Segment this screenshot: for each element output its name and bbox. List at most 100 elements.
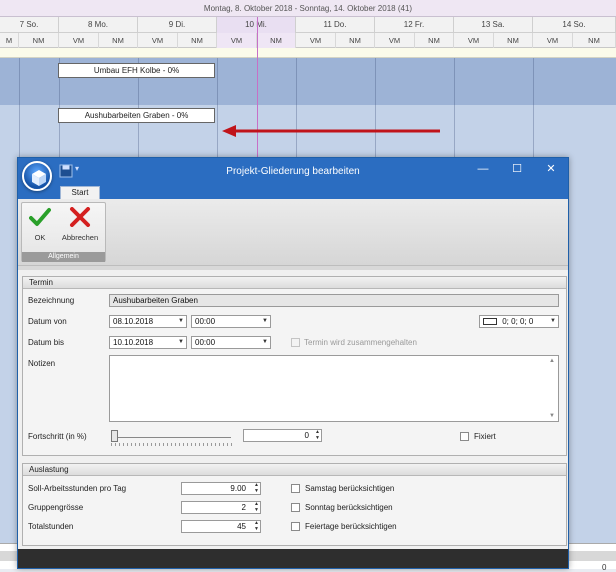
- soll-value: 9.00: [230, 484, 246, 493]
- termin-panel: Termin Bezeichnung Aushubarbeiten Graben…: [22, 276, 567, 456]
- minimize-button[interactable]: ―: [466, 158, 500, 180]
- chevron-down-icon[interactable]: ▼: [178, 316, 184, 327]
- datum-von-value: 08.10.2018: [113, 317, 154, 326]
- fortschritt-input[interactable]: 0 ▲ ▼: [243, 429, 322, 442]
- auslastung-panel: Auslastung Soll-Arbeitsstunden pro Tag 9…: [22, 463, 567, 546]
- zeit-bis-input[interactable]: 00:00 ▼: [191, 336, 271, 349]
- spin-arrows-icon[interactable]: ▲ ▼: [254, 482, 259, 494]
- cancel-button[interactable]: Abbrechen: [56, 205, 104, 249]
- spin-arrows-icon[interactable]: ▲ ▼: [254, 501, 259, 513]
- halfday-header: NM: [257, 33, 296, 48]
- datum-von-input[interactable]: 08.10.2018 ▼: [109, 315, 187, 328]
- color-value: 0; 0; 0; 0: [502, 317, 534, 326]
- chevron-down-icon[interactable]: ▼: [550, 316, 556, 327]
- samstag-label: Samstag berücksichtigen: [305, 484, 395, 493]
- spin-arrows-icon[interactable]: ▲ ▼: [254, 520, 259, 532]
- dialog-titlebar[interactable]: Projekt-Gliederung bearbeiten ▾ ― ☐ ✕: [18, 158, 568, 185]
- day-header[interactable]: 7 So.: [0, 17, 59, 33]
- datum-bis-input[interactable]: 10.10.2018 ▼: [109, 336, 187, 349]
- scroll-down-icon[interactable]: ▼: [549, 413, 555, 419]
- fixiert-label: Fixiert: [474, 432, 496, 441]
- maximize-button[interactable]: ☐: [500, 158, 534, 180]
- soll-label: Soll-Arbeitsstunden pro Tag: [28, 484, 127, 493]
- halfday-header: NM: [178, 33, 217, 48]
- save-icon[interactable]: [59, 164, 73, 178]
- day-header[interactable]: 13 Sa.: [454, 17, 533, 33]
- total-value: 45: [237, 522, 246, 531]
- day-header[interactable]: 12 Fr.: [375, 17, 454, 33]
- quick-access-dropdown-icon[interactable]: ▾: [75, 164, 79, 173]
- day-header[interactable]: 11 Do.: [296, 17, 375, 33]
- bezeichnung-input[interactable]: Aushubarbeiten Graben: [109, 294, 559, 307]
- fortschritt-slider-track[interactable]: [111, 437, 231, 438]
- halfday-header: M: [0, 33, 19, 48]
- chevron-down-icon[interactable]: ▼: [178, 337, 184, 348]
- zeit-von-input[interactable]: 00:00 ▼: [191, 315, 271, 328]
- feiertage-checkbox[interactable]: [291, 522, 300, 531]
- corner-number: 0: [602, 563, 607, 572]
- check-icon: [29, 208, 51, 226]
- color-picker[interactable]: 0; 0; 0; 0 ▼: [479, 315, 559, 328]
- tab-start[interactable]: Start: [60, 186, 100, 199]
- feiertage-label: Feiertage berücksichtigen: [305, 522, 397, 531]
- halfday-header: NM: [573, 33, 616, 48]
- halfday-header: VM: [296, 33, 336, 48]
- termin-zusammen-checkbox[interactable]: [291, 338, 300, 347]
- total-label: Totalstunden: [28, 522, 74, 531]
- zeit-bis-value: 00:00: [195, 338, 216, 347]
- cube-icon: [32, 170, 46, 186]
- zeit-von-value: 00:00: [195, 317, 216, 326]
- red-arrow-annotation: [222, 125, 440, 137]
- close-button[interactable]: ✕: [534, 158, 568, 180]
- day-header[interactable]: 14 So.: [533, 17, 616, 33]
- fortschritt-label: Fortschritt (in %): [28, 432, 87, 441]
- spin-arrows-icon[interactable]: ▲ ▼: [315, 429, 320, 441]
- halfday-header: NM: [99, 33, 138, 48]
- chevron-down-icon[interactable]: ▼: [262, 337, 268, 348]
- halfday-header: NM: [494, 33, 533, 48]
- grid-line: [375, 58, 376, 158]
- grid-line: [533, 58, 534, 158]
- week-header: Montag, 8. Oktober 2018 - Sonntag, 14. O…: [0, 0, 616, 17]
- fortschritt-value: 0: [304, 431, 309, 440]
- color-swatch: [483, 318, 497, 325]
- halfday-header: VM: [59, 33, 99, 48]
- task-bar-aushub[interactable]: Aushubarbeiten Graben - 0%: [58, 108, 215, 123]
- termin-header: Termin: [23, 277, 566, 289]
- task-bar-umbau[interactable]: Umbau EFH Kolbe - 0%: [58, 63, 215, 78]
- gruppe-value: 2: [241, 503, 246, 512]
- halfday-header: VM: [454, 33, 494, 48]
- datum-bis-label: Datum bis: [28, 338, 65, 347]
- halfday-header: VM: [533, 33, 573, 48]
- halfday-header: VM: [138, 33, 178, 48]
- time-ruler: [0, 48, 616, 58]
- notizen-textarea[interactable]: ▲ ▼: [109, 355, 559, 422]
- app-menu-button[interactable]: [22, 161, 52, 191]
- gruppe-label: Gruppengrösse: [28, 503, 84, 512]
- fortschritt-slider-thumb[interactable]: [111, 430, 118, 442]
- termin-zusammen-label: Termin wird zusammengehalten: [304, 338, 417, 347]
- ok-button[interactable]: OK: [24, 205, 56, 249]
- auslastung-header: Auslastung: [23, 464, 566, 476]
- grid-line: [217, 58, 218, 158]
- samstag-checkbox[interactable]: [291, 484, 300, 493]
- fixiert-checkbox[interactable]: [460, 432, 469, 441]
- soll-input[interactable]: 9.00 ▲ ▼: [181, 482, 261, 495]
- bezeichnung-label: Bezeichnung: [28, 296, 75, 305]
- grid-line: [296, 58, 297, 158]
- sonntag-checkbox[interactable]: [291, 503, 300, 512]
- halfday-header: NM: [19, 33, 59, 48]
- day-header-row: 7 So. 8 Mo. 9 Di. 10 Mi. 11 Do. 12 Fr. 1…: [0, 17, 616, 33]
- ribbon: OK Abbrechen Allgemein: [18, 199, 568, 266]
- total-input[interactable]: 45 ▲ ▼: [181, 520, 261, 533]
- chevron-down-icon[interactable]: ▼: [262, 316, 268, 327]
- day-header[interactable]: 9 Di.: [138, 17, 217, 33]
- day-header[interactable]: 8 Mo.: [59, 17, 138, 33]
- halfday-header: VM: [375, 33, 415, 48]
- halfday-header: NM: [415, 33, 454, 48]
- scroll-up-icon[interactable]: ▲: [549, 358, 555, 364]
- dialog-statusbar: [18, 549, 568, 568]
- gruppe-input[interactable]: 2 ▲ ▼: [181, 501, 261, 514]
- ribbon-tabstrip: Start: [18, 185, 568, 199]
- fortschritt-slider-ticks: [111, 443, 233, 446]
